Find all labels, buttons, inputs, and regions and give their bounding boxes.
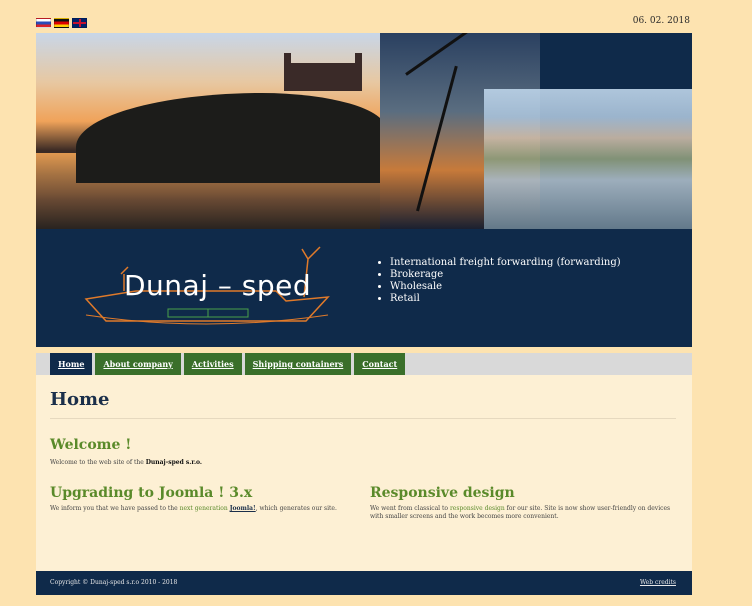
responsive-text-part: We went from classical to: [370, 505, 450, 512]
brand-section: Dunaj – sped International freight forwa…: [36, 229, 692, 347]
upgrading-text-part: , which generates our site.: [255, 505, 337, 512]
web-credits-link[interactable]: Web credits: [640, 579, 676, 586]
responsive-text: We went from classical to responsive des…: [370, 505, 676, 521]
current-date: 06. 02. 2018: [632, 16, 690, 26]
page-title: Home: [50, 389, 110, 410]
upgrading-text: We inform you that we have passed to the…: [50, 505, 350, 513]
logo-text: Dunaj – sped: [124, 269, 312, 302]
divider: [50, 418, 676, 419]
page: 06. 02. 2018 Dunaj – sped International …: [36, 0, 692, 606]
german-flag-icon[interactable]: [54, 18, 69, 28]
header-banner-image: [36, 33, 692, 229]
joomla-link[interactable]: Joomla!: [230, 505, 256, 512]
welcome-text-prefix: Welcome to the web site of the: [50, 459, 146, 466]
nav-item-about-company[interactable]: About company: [95, 353, 181, 375]
main-navigation: Home About company Activities Shipping c…: [36, 353, 692, 376]
copyright-text: Copyright © Dunaj-sped s.r.o 2010 - 2018: [50, 579, 178, 586]
upgrading-heading: Upgrading to Joomla ! 3.x: [50, 485, 253, 501]
nav-item-shipping-containers[interactable]: Shipping containers: [244, 353, 352, 375]
river-port-photo: [484, 89, 692, 229]
services-list: International freight forwarding (forwar…: [376, 257, 621, 305]
service-item: Wholesale: [390, 281, 621, 293]
uk-flag-icon[interactable]: [72, 18, 87, 28]
responsive-heading: Responsive design: [370, 485, 515, 501]
welcome-text: Welcome to the web site of the Dunaj-spe…: [50, 459, 202, 466]
upgrading-text-highlight: next generation: [179, 505, 228, 512]
upgrading-text-part: We inform you that we have passed to the: [50, 505, 180, 512]
castle-silhouette: [284, 53, 362, 91]
nav-item-contact[interactable]: Contact: [354, 353, 406, 375]
main-content: Home Welcome ! Welcome to the web site o…: [36, 375, 692, 571]
castle-hill: [76, 93, 386, 183]
top-bar: 06. 02. 2018: [36, 10, 692, 30]
footer: Copyright © Dunaj-sped s.r.o 2010 - 2018…: [36, 571, 692, 595]
welcome-heading: Welcome !: [50, 437, 132, 453]
responsive-text-highlight: responsive design: [449, 505, 505, 512]
bratislava-sunset-photo: [36, 33, 386, 229]
language-switcher: [36, 18, 87, 28]
service-item: Retail: [390, 293, 621, 305]
nav-item-activities[interactable]: Activities: [183, 353, 242, 375]
company-name: Dunaj-sped s.r.o.: [145, 459, 203, 466]
service-item: International freight forwarding (forwar…: [390, 257, 621, 269]
slovak-flag-icon[interactable]: [36, 18, 51, 28]
nav-item-home[interactable]: Home: [50, 353, 93, 375]
service-item: Brokerage: [390, 269, 621, 281]
